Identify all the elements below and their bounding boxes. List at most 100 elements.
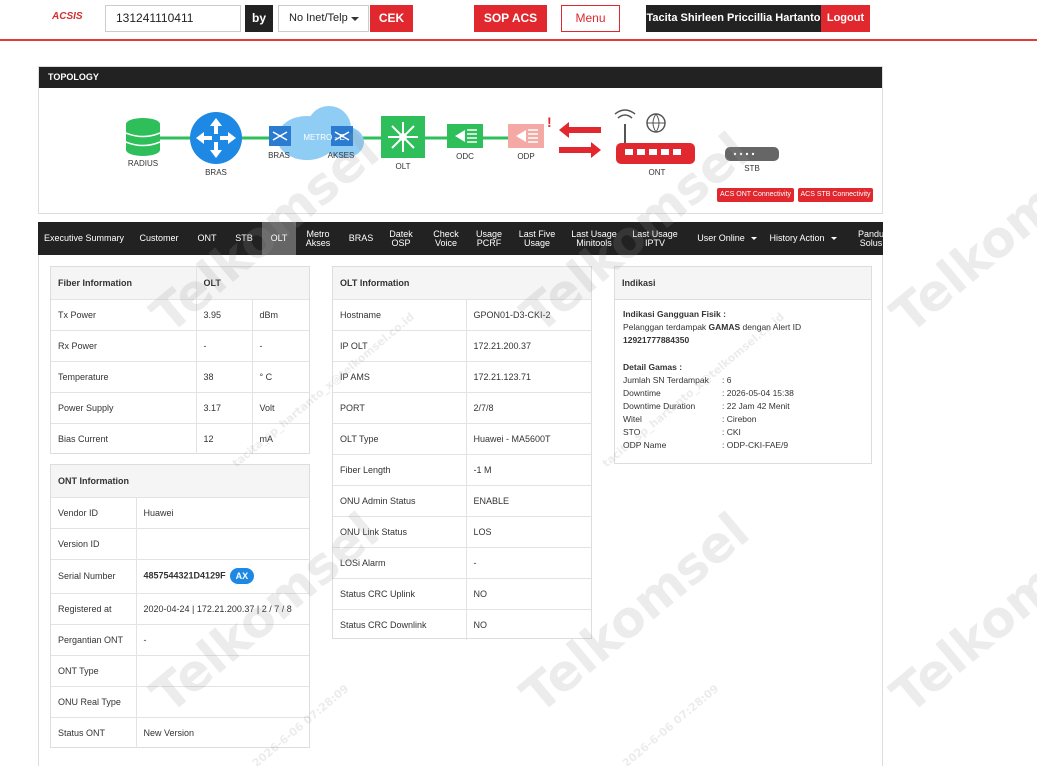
detail-row: Witel: Cirebon	[623, 414, 757, 424]
tab-last-usage-minitools[interactable]: Last Usage Minitools	[568, 222, 620, 255]
topology-title: TOPOLOGY	[39, 67, 882, 88]
tab-bras[interactable]: BRAS	[340, 222, 382, 255]
ont-row-label: Serial Number	[51, 558, 136, 593]
tab-user-online[interactable]: User Online	[690, 222, 764, 255]
search-input[interactable]: 131241110411	[105, 5, 241, 32]
bras-label: BRAS	[205, 168, 227, 177]
olt-information-title: OLT Information	[340, 277, 410, 288]
fiber-row-value: 3.17	[195, 391, 252, 423]
olt-row-value: 2/7/8	[465, 391, 591, 423]
acs-stb-connectivity-button[interactable]: ACS STB Connectivity	[798, 188, 873, 202]
chevron-down-icon	[750, 237, 757, 240]
fiber-row-unit: ° C	[251, 360, 309, 392]
olt-row-value: -	[465, 546, 591, 578]
olt-row-label: Status CRC Downlink	[333, 608, 466, 640]
acs-ont-connectivity-button[interactable]: ACS ONT Connectivity	[717, 188, 794, 202]
indikasi-body: Indikasi Gangguan Fisik : Pelanggan terd…	[615, 300, 871, 460]
olt-row-label: PORT	[333, 391, 466, 423]
fiber-row-unit: -	[251, 329, 309, 361]
odc-icon	[447, 124, 483, 148]
detail-row: STO: CKI	[623, 427, 741, 437]
ont-serial-cell: 4857544321D4129F AX	[135, 558, 309, 593]
fiber-row-unit: dBm	[251, 298, 309, 330]
fiber-row-label: Power Supply	[51, 391, 196, 423]
chevron-down-icon	[351, 17, 359, 21]
detail-row: Downtime Duration: 22 Jam 42 Menit	[623, 401, 790, 411]
logout-button[interactable]: Logout	[821, 5, 870, 32]
menu-button[interactable]: Menu	[561, 5, 620, 32]
watermark-brand: Telkomsel	[880, 501, 1037, 725]
ont-row-label: Status ONT	[51, 716, 136, 748]
tab-check-voice[interactable]: Check Voice	[420, 222, 472, 255]
ont-row-label: Version ID	[51, 527, 136, 559]
ont-row-label: Registered at	[51, 592, 136, 624]
fiber-row-label: Rx Power	[51, 329, 196, 361]
olt-row-value: NO	[465, 577, 591, 609]
tab-stb[interactable]: STB	[226, 222, 262, 255]
ax-badge-button[interactable]: AX	[229, 568, 255, 584]
ont-row-value: -	[135, 623, 309, 655]
olt-row-value: LOS	[465, 515, 591, 547]
fiber-row-value: 3.95	[195, 298, 252, 330]
ont-information-title: ONT Information	[58, 475, 129, 486]
tab-datek-osp[interactable]: Datek OSP	[382, 222, 420, 255]
olt-row-label: OLT Type	[333, 422, 466, 454]
olt-information-card: OLT Information Hostname GPON01-D3-CKI-2 …	[332, 266, 592, 640]
tab-usage-pcrf[interactable]: Usage PCRF	[472, 222, 506, 255]
olt-tab-content: Fiber Information OLT Tx Power 3.95 dBm …	[38, 255, 883, 766]
fiber-row-value: 12	[195, 422, 252, 454]
tab-last-usage-iptv[interactable]: Last Usage IPTV	[620, 222, 690, 255]
check-button[interactable]: CEK	[370, 5, 413, 32]
stb-icon	[725, 147, 779, 161]
olt-row-label: Status CRC Uplink	[333, 577, 466, 609]
top-bar: ACSIS 131241110411 by No Inet/Telp CEK S…	[0, 0, 1037, 41]
ont-row-value	[135, 654, 309, 686]
tab-last-five-usage[interactable]: Last Five Usage	[506, 222, 568, 255]
ont-row-label: Vendor ID	[51, 496, 136, 528]
search-type-value: No Inet/Telp	[289, 12, 348, 24]
alarm-mark: !	[547, 114, 552, 130]
fiber-row-unit: Volt	[251, 391, 309, 423]
fiber-information-title: Fiber Information	[58, 277, 132, 288]
acsis-logo[interactable]: ACSIS	[52, 11, 83, 22]
fiber-row-value: 38	[195, 360, 252, 392]
indikasi-title: Indikasi	[615, 267, 871, 300]
by-label: by	[245, 5, 273, 32]
topology-panel: TOPOLOGY METRO - E RADIUS BRAS BRAS AKSE…	[38, 66, 883, 214]
ont-information-card: ONT Information Vendor ID Huawei Version…	[50, 464, 310, 748]
olt-row-value: Huawei - MA5600T	[465, 422, 591, 454]
tab-executive-summary[interactable]: Executive Summary	[38, 222, 130, 255]
watermark-brand: Telkomsel	[880, 121, 1037, 345]
akses-label: AKSES	[327, 151, 355, 160]
gamas-keyword: GAMAS	[708, 322, 741, 332]
fiber-row-label: Bias Current	[51, 422, 196, 454]
search-type-select[interactable]: No Inet/Telp	[278, 5, 369, 32]
detail-row: Jumlah SN Terdampak: 6	[623, 375, 732, 385]
ont-row-label: ONU Real Type	[51, 685, 136, 717]
tab-olt[interactable]: OLT	[262, 222, 296, 255]
stb-label: STB	[744, 164, 760, 173]
tab-metro-akses[interactable]: Metro Akses	[296, 222, 340, 255]
olt-row-label: IP OLT	[333, 329, 466, 361]
detail-row: ODP Name: ODP-CKI-FAE/9	[623, 440, 789, 450]
fiber-row-value: -	[195, 329, 252, 361]
indikasi-card: Indikasi Indikasi Gangguan Fisik : Pelan…	[614, 266, 872, 464]
olt-row-value: ENABLE	[465, 484, 591, 516]
tab-ont[interactable]: ONT	[188, 222, 226, 255]
serial-number-value: 4857544321D4129F	[143, 570, 226, 581]
indikasi-heading: Indikasi Gangguan Fisik :	[623, 309, 726, 319]
database-icon	[125, 118, 161, 156]
fiber-information-card: Fiber Information OLT Tx Power 3.95 dBm …	[50, 266, 310, 454]
tab-customer[interactable]: Customer	[130, 222, 188, 255]
alarm-arrows-icon	[559, 122, 601, 158]
olt-row-label: LOSi Alarm	[333, 546, 466, 578]
olt-row-value: GPON01-D3-CKI-2	[465, 298, 591, 330]
sop-acs-button[interactable]: SOP ACS	[474, 5, 547, 32]
olt-icon	[381, 116, 425, 158]
ont-row-label: ONT Type	[51, 654, 136, 686]
fiber-row-label: Temperature	[51, 360, 196, 392]
ont-row-label: Pergantian ONT	[51, 623, 136, 655]
ont-row-value	[135, 527, 309, 559]
tab-panduan-solusi[interactable]: Pandu Solus	[842, 222, 883, 255]
tab-history-action[interactable]: History Action	[764, 222, 842, 255]
